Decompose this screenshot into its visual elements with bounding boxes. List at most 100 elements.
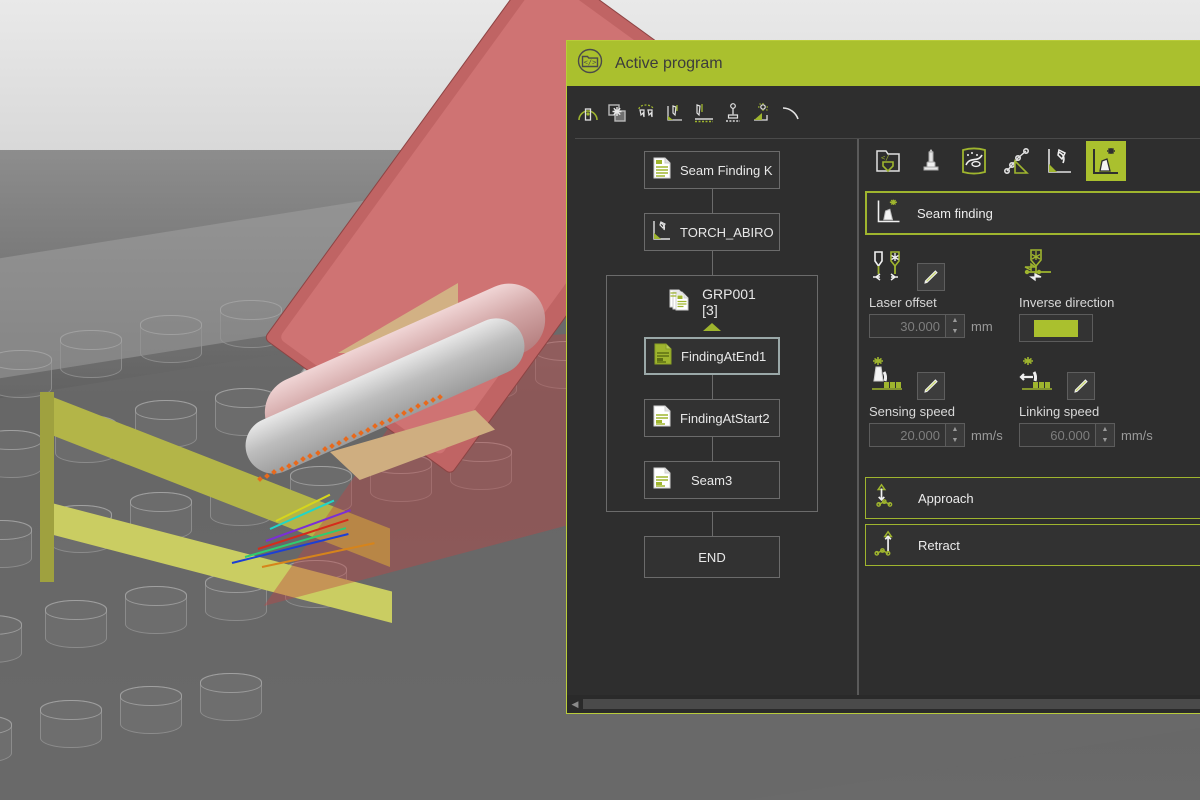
stamp-tool-icon[interactable]: [721, 101, 745, 125]
color-swatch: [1034, 319, 1078, 337]
node-seam-3[interactable]: Seam3: [644, 461, 780, 499]
node-torch-abiro[interactable]: TORCH_ABIRO...: [644, 213, 780, 251]
spinner-buttons[interactable]: ▲ ▼: [1095, 424, 1114, 446]
seam-point: [257, 476, 263, 482]
pencil-icon[interactable]: [917, 372, 945, 400]
fixture-cylinder: [60, 330, 122, 378]
sensing-speed-icon: [869, 355, 909, 400]
fixture-cylinder: [45, 600, 107, 648]
field-unit: mm/s: [1121, 427, 1153, 443]
torch-point-icon[interactable]: [663, 101, 687, 125]
seam-doc-icon: [652, 342, 674, 371]
tab-tool[interactable]: [914, 144, 948, 178]
active-program-window[interactable]: </> Active program Seam Finding K... TOR…: [566, 40, 1200, 714]
fixture-cylinder: [140, 315, 202, 363]
properties-fields: Laser offset 30.000 ▲ ▼ mm Inverse direc…: [861, 235, 1200, 469]
section-label: Approach: [918, 490, 974, 506]
field-unit: mm: [971, 318, 993, 334]
node-end[interactable]: END: [644, 536, 780, 578]
pencil-icon[interactable]: [1067, 372, 1095, 400]
seam-point: [343, 436, 350, 443]
seam-point: [408, 406, 415, 413]
spinner-buttons[interactable]: ▲ ▼: [945, 315, 964, 337]
workpiece-side: [40, 392, 54, 582]
section-retract[interactable]: Retract: [865, 524, 1200, 566]
fixture-cylinder: [0, 520, 32, 568]
node-label: TORCH_ABIRO...: [680, 224, 773, 240]
node-finding-at-start-2[interactable]: FindingAtStart2: [644, 399, 780, 437]
seam-point: [300, 456, 307, 463]
seam-point: [386, 416, 393, 423]
tab-surface-path[interactable]: [957, 144, 991, 178]
seam-point: [415, 403, 422, 410]
scrollbar-track[interactable]: [583, 699, 1200, 709]
window-body: ▾ S: [567, 86, 1200, 713]
laser-offset-input[interactable]: 30.000 ▲ ▼: [869, 314, 965, 338]
seam-point: [264, 472, 271, 479]
sensing-speed-field: Sensing speed 20.000 ▲ ▼ mm/s: [869, 355, 1019, 447]
program-doc-icon: [651, 156, 673, 185]
spinner-down-icon[interactable]: ▼: [946, 435, 964, 446]
panel-splitter[interactable]: [857, 139, 859, 695]
inverse-direction-field: Inverse direction: [1019, 249, 1169, 342]
linking-speed-input[interactable]: 60.000 ▲ ▼: [1019, 423, 1115, 447]
seam-point: [314, 449, 321, 456]
twin-torch-icon[interactable]: [634, 101, 658, 125]
torch-angle-icon: [651, 218, 673, 247]
spinner-up-icon[interactable]: ▲: [946, 424, 964, 435]
seam-point: [336, 439, 343, 446]
spinner-down-icon[interactable]: ▼: [946, 326, 964, 337]
scrollbar-thumb[interactable]: [583, 699, 1200, 709]
fixture-cylinder: [0, 430, 42, 478]
program-folder-code-icon: </>: [577, 48, 603, 79]
seam-gauge-icon[interactable]: [576, 101, 600, 125]
spinner-up-icon[interactable]: ▲: [1096, 424, 1114, 435]
approach-icon: [874, 481, 904, 516]
fixture-cylinder: [120, 686, 182, 734]
seam-point: [357, 429, 364, 436]
caret-left-icon[interactable]: ◀: [567, 699, 583, 710]
seam-point: [365, 426, 371, 433]
properties-panel[interactable]: </ Seam finding Laser offset 30.000 ▲ ▼ …: [861, 139, 1200, 695]
pencil-icon[interactable]: [917, 263, 945, 291]
tree-connector: [711, 251, 713, 275]
seam-point: [401, 410, 407, 416]
toolbar: ▾: [567, 86, 1200, 139]
inverse-direction-toggle[interactable]: [1019, 314, 1093, 342]
spinner-down-icon[interactable]: ▼: [1096, 435, 1114, 446]
torch-weave-icon[interactable]: [692, 101, 716, 125]
tab-program-file[interactable]: </: [871, 144, 905, 178]
sensing-speed-input[interactable]: 20.000 ▲ ▼: [869, 423, 965, 447]
group-header[interactable]: GRP001 [3]: [607, 286, 817, 318]
retract-icon: [874, 528, 904, 563]
program-tree-panel[interactable]: Seam Finding K... TORCH_ABIRO...: [567, 139, 857, 695]
section-seam-finding[interactable]: Seam finding: [865, 191, 1200, 235]
tab-seam-finding[interactable]: [1086, 140, 1126, 181]
node-seam-finding-kit[interactable]: Seam Finding K...: [644, 151, 780, 189]
horizontal-scrollbar[interactable]: ◀: [567, 695, 1200, 713]
node-label: FindingAtStart2: [680, 410, 770, 426]
field-label: Linking speed: [1019, 404, 1100, 419]
seam-point: [285, 462, 292, 469]
section-approach[interactable]: Approach: [865, 477, 1200, 519]
spinner-up-icon[interactable]: ▲: [946, 315, 964, 326]
tree-connector: [711, 512, 713, 536]
section-label: Retract: [918, 537, 960, 553]
window-title: Active program: [615, 54, 723, 72]
tree-group-box: GRP001 [3] FindingAtEnd1 FindingAtStart2…: [606, 275, 818, 512]
tab-torch-angle[interactable]: [1043, 144, 1077, 178]
laser-spot-icon[interactable]: [605, 101, 629, 125]
seam-point: [329, 443, 335, 449]
input-value: 30.000: [900, 318, 940, 334]
node-finding-at-end-1[interactable]: FindingAtEnd1: [644, 337, 780, 375]
tab-points-chain[interactable]: [1000, 144, 1034, 178]
field-label: Sensing speed: [869, 404, 956, 419]
laser-corner-icon[interactable]: [750, 101, 774, 125]
svg-text:</>: </>: [584, 59, 597, 67]
arc-curve-icon[interactable]: [779, 101, 803, 125]
field-label: Laser offset: [869, 295, 937, 310]
seam-point: [379, 420, 386, 426]
spinner-buttons[interactable]: ▲ ▼: [945, 424, 964, 446]
group-name: GRP001: [702, 286, 756, 302]
triangle-up-icon[interactable]: [703, 323, 721, 331]
